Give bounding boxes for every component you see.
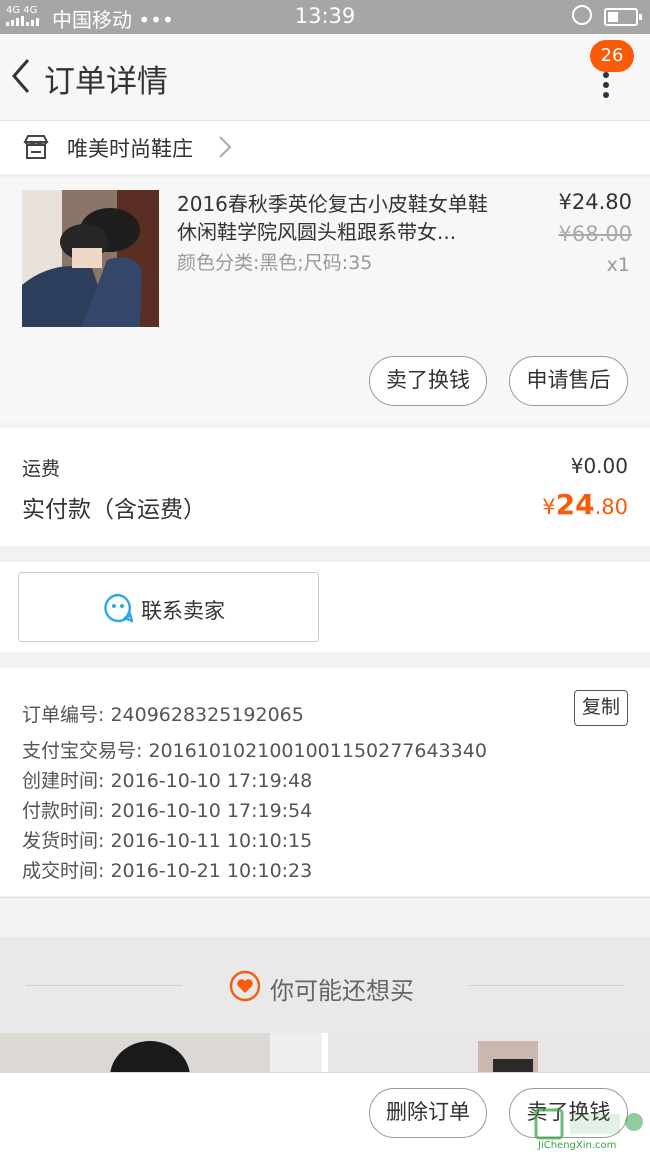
recommend-item-image xyxy=(478,1041,538,1077)
battery-icon xyxy=(604,8,642,26)
more-menu-icon[interactable] xyxy=(596,72,616,98)
back-arrow-icon xyxy=(12,59,30,93)
paid-amount: ¥24.80 xyxy=(542,488,628,521)
paid-integer: 24 xyxy=(555,488,595,521)
section-divider xyxy=(0,897,650,937)
watermark-text: JiChengXin.com xyxy=(538,1140,617,1151)
product-original-price: ¥68.00 xyxy=(558,222,632,246)
product-image[interactable] xyxy=(22,190,159,327)
delete-order-button[interactable]: 删除订单 xyxy=(369,1088,487,1138)
recommend-header: 你可能还想买 xyxy=(0,937,650,1033)
shop-icon xyxy=(23,135,49,159)
status-bar: 4G 4G 中国移动 ••• 13:39 xyxy=(0,0,650,34)
contact-section: 联系卖家 xyxy=(0,562,650,652)
payment-summary: 运费 ¥0.00 实付款（含运费） ¥24.80 xyxy=(0,428,650,546)
site-watermark: JiChengXin.com xyxy=(530,1108,648,1154)
alarm-icon xyxy=(572,5,592,25)
product-sku: 颜色分类:黑色;尺码:35 xyxy=(177,252,373,274)
paid-decimal: .80 xyxy=(594,495,628,519)
recommend-title: 你可能还想买 xyxy=(270,977,414,1005)
completed-time: 成交时间: 2016-10-21 10:10:23 xyxy=(22,860,313,882)
nav-bar: 订单详情 26 xyxy=(0,34,650,120)
copy-order-number-button[interactable]: 复制 xyxy=(574,690,628,726)
product-title[interactable]: 2016春秋季英伦复古小皮鞋女单鞋休闲鞋学院风圆头粗跟系带女... xyxy=(177,190,507,246)
recommend-item[interactable] xyxy=(328,1033,650,1077)
order-number: 订单编号: 2409628325192065 xyxy=(22,704,304,726)
paid-time: 付款时间: 2016-10-10 17:19:54 xyxy=(22,800,313,822)
divider-line-left xyxy=(26,985,182,986)
chevron-right-icon xyxy=(219,136,232,158)
sell-for-cash-button[interactable]: 卖了换钱 xyxy=(369,356,487,406)
chat-bubble-icon xyxy=(104,593,133,623)
product-quantity: x1 xyxy=(606,254,630,276)
shop-name[interactable]: 唯美时尚鞋庄 xyxy=(67,133,193,163)
shipping-label: 运费 xyxy=(22,458,61,480)
created-time: 创建时间: 2016-10-10 17:19:48 xyxy=(22,770,313,792)
contact-seller-button[interactable]: 联系卖家 xyxy=(18,572,319,642)
paid-currency: ¥ xyxy=(542,495,556,519)
shipped-time: 发货时间: 2016-10-11 10:10:15 xyxy=(22,830,313,852)
order-info: 订单编号: 2409628325192065 复制 支付宝交易号: 201610… xyxy=(0,668,650,896)
order-item[interactable]: 2016春秋季英伦复古小皮鞋女单鞋休闲鞋学院风圆头粗跟系带女... 颜色分类:黑… xyxy=(0,178,650,423)
shop-row[interactable]: 唯美时尚鞋庄 xyxy=(0,120,650,174)
product-price: ¥24.80 xyxy=(558,190,632,214)
divider-line-right xyxy=(468,985,624,986)
contact-seller-label[interactable]: 联系卖家 xyxy=(141,595,225,625)
apply-aftersale-button[interactable]: 申请售后 xyxy=(509,356,628,406)
paid-amount-label: 实付款（含运费） xyxy=(22,497,206,523)
recommend-list xyxy=(0,1033,650,1077)
page-title: 订单详情 xyxy=(44,64,168,100)
watermark-logo xyxy=(534,1108,643,1140)
recommend-item[interactable] xyxy=(0,1033,322,1077)
shoe-photo xyxy=(22,190,159,327)
status-time: 13:39 xyxy=(294,4,356,28)
alipay-trade-number: 支付宝交易号: 2016101021001001150277643340 xyxy=(22,740,487,762)
heart-icon xyxy=(229,970,261,1002)
back-button[interactable] xyxy=(8,56,38,96)
recommend-item-image xyxy=(110,1033,322,1077)
shipping-value: ¥0.00 xyxy=(570,454,628,478)
message-badge[interactable]: 26 xyxy=(590,40,634,72)
